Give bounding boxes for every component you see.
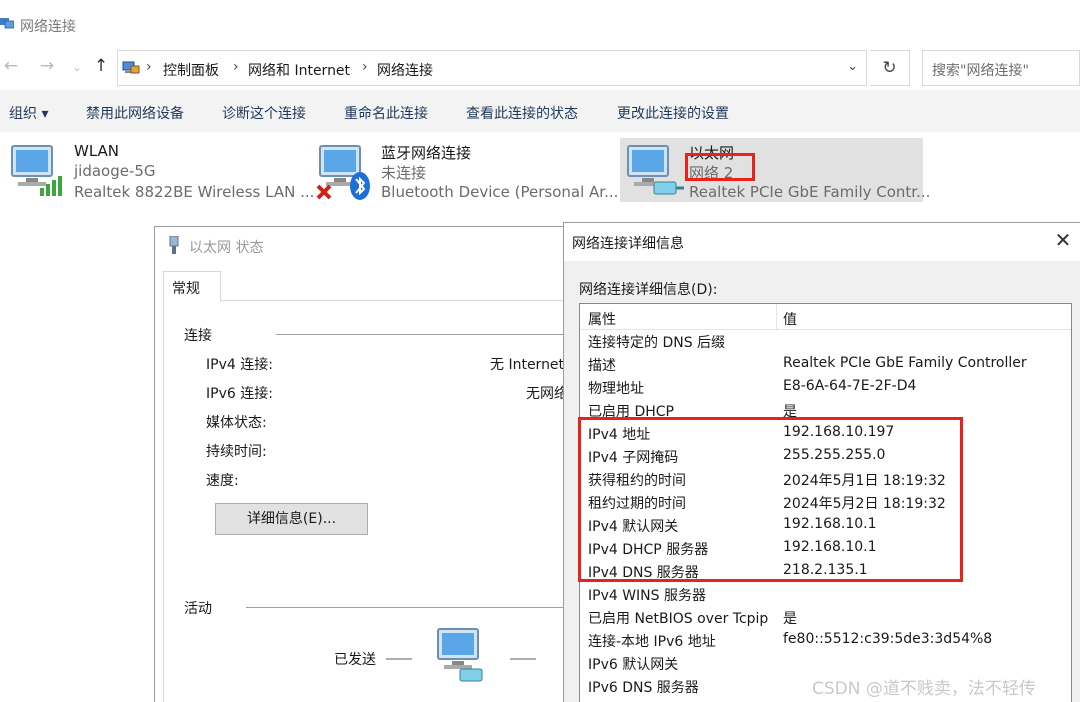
property-cell: IPv6 DNS 服务器 [588, 680, 699, 696]
table-row[interactable]: 连接-本地 IPv6 地址 fe80::5512:c39:5de3:3d54%8 [580, 629, 1071, 652]
ipv4-connectivity-value: 无 Internet [490, 357, 565, 373]
connection-device: Realtek PCIe GbE Family Contr... [689, 183, 931, 201]
table-row[interactable]: 描述 Realtek PCIe GbE Family Controller [580, 353, 1071, 376]
address-row: ← → ⌄ ↑ › 控制面板 › 网络和 Internet › 网络连接 ⌄ ↻… [0, 50, 1080, 86]
ethernet-status-dialog: 以太网 状态 常规 连接 IPv4 连接: 无 Internet IPv6 连接… [154, 226, 576, 702]
property-cell: 物理地址 [588, 381, 644, 397]
organize-button[interactable]: 组织 ▾ [9, 103, 48, 123]
dialog-title: 以太网 状态 [189, 240, 264, 256]
table-row[interactable]: 连接特定的 DNS 后缀 [580, 330, 1071, 353]
watermark: CSDN @道不贱卖，法不轻传 [812, 679, 1036, 699]
connection-name: 蓝牙网络连接 [381, 144, 472, 162]
details-button[interactable]: 详细信息(E)... [215, 503, 368, 535]
search-input[interactable]: 搜索"网络连接" [922, 50, 1080, 86]
value-cell: 是 [783, 611, 797, 627]
connection-item-bluetooth[interactable]: 蓝牙网络连接 未连接 Bluetooth Device (Personal Ar… [308, 138, 618, 202]
property-cell: IPv6 默认网关 [588, 657, 679, 673]
window-title: 网络连接 [20, 19, 76, 35]
duration-label: 持续时间: [206, 444, 267, 460]
search-placeholder: 搜索"网络连接" [932, 63, 1029, 79]
diagnose-button[interactable]: 诊断这个连接 [222, 103, 306, 123]
connection-status: 未连接 [381, 164, 427, 182]
tab-strip: 常规 [163, 271, 575, 302]
refresh-button[interactable]: ↻ [870, 50, 910, 86]
highlight-box-network-name [685, 153, 755, 181]
connection-item-wlan[interactable]: WLAN jidaoge-5G Realtek 8822BE Wireless … [0, 138, 314, 202]
property-cell: 已启用 NetBIOS over Tcpip [588, 611, 769, 627]
connection-device: Realtek 8822BE Wireless LAN ... [74, 183, 315, 201]
breadcrumb-separator-icon: › [362, 59, 368, 75]
breadcrumb-separator-icon: › [233, 59, 239, 75]
connection-item-ethernet[interactable]: 以太网 网络 2 Realtek PCIe GbE Family Contr..… [620, 138, 930, 202]
tab-general[interactable]: 常规 [163, 271, 221, 302]
value-cell: Realtek PCIe GbE Family Controller [783, 355, 1027, 371]
breadcrumb-network-connections[interactable]: 网络连接 [377, 60, 433, 80]
column-header-value[interactable]: 值 [783, 309, 797, 329]
ipv4-connectivity-label: IPv4 连接: [206, 357, 273, 373]
activity-dash [386, 658, 412, 660]
connection-name: WLAN [74, 142, 120, 160]
table-row[interactable]: IPv4 WINS 服务器 [580, 583, 1071, 606]
recent-chevron-down-icon[interactable]: ⌄ [66, 61, 88, 74]
ipv6-connectivity-label: IPv6 连接: [206, 386, 273, 402]
property-cell: 描述 [588, 358, 616, 374]
breadcrumb-network-internet[interactable]: 网络和 Internet [248, 60, 350, 80]
address-bar[interactable]: › 控制面板 › 网络和 Internet › 网络连接 ⌄ [117, 50, 867, 86]
breadcrumb-control-panel[interactable]: 控制面板 [163, 60, 219, 80]
wireless-adapter-icon [11, 145, 62, 196]
column-divider[interactable] [776, 304, 777, 330]
connection-group-label: 连接 [184, 328, 212, 344]
table-row[interactable]: 物理地址 E8-6A-64-7E-2F-D4 [580, 376, 1071, 399]
activity-computer-icon [437, 628, 483, 682]
highlight-box-ipv4-settings [578, 417, 963, 582]
property-cell: IPv4 WINS 服务器 [588, 588, 706, 604]
control-panel-icon [122, 61, 140, 74]
value-cell: fe80::5512:c39:5de3:3d54%8 [783, 631, 993, 647]
property-cell: 连接特定的 DNS 后缀 [588, 335, 726, 351]
sent-label: 已发送 [334, 652, 376, 668]
connection-device: Bluetooth Device (Personal Ar... [381, 183, 619, 201]
details-list-label: 网络连接详细信息(D): [579, 282, 718, 298]
disable-device-button[interactable]: 禁用此网络设备 [86, 103, 184, 123]
table-row[interactable]: 已启用 NetBIOS over Tcpip 是 [580, 606, 1071, 629]
refresh-icon: ↻ [882, 58, 897, 78]
back-arrow-icon[interactable]: ← [0, 56, 22, 76]
up-arrow-icon[interactable]: ↑ [90, 56, 112, 76]
network-connections-icon [0, 18, 14, 29]
close-icon[interactable]: ✕ [1050, 227, 1076, 253]
dialog-title: 网络连接详细信息 [572, 236, 684, 252]
group-divider [276, 334, 576, 335]
group-divider [246, 607, 576, 608]
general-panel: 连接 IPv4 连接: 无 Internet IPv6 连接: 无网络 媒体状态… [163, 301, 576, 702]
rename-button[interactable]: 重命名此连接 [344, 103, 428, 123]
ipv6-connectivity-value: 无网络 [526, 386, 568, 402]
ethernet-adapter-icon [627, 145, 684, 195]
change-settings-button[interactable]: 更改此连接的设置 [617, 103, 729, 123]
window-titlebar: 网络连接 [0, 0, 1080, 50]
connection-status: jidaoge-5G [74, 162, 156, 180]
address-dropdown-chevron-icon[interactable]: ⌄ [847, 59, 858, 74]
media-state-label: 媒体状态: [206, 415, 267, 431]
list-header: 属性 值 [580, 304, 1071, 330]
speed-label: 速度: [206, 473, 239, 489]
table-row[interactable]: IPv6 默认网关 [580, 652, 1071, 675]
ethernet-status-icon [169, 236, 179, 254]
value-cell: E8-6A-64-7E-2F-D4 [783, 378, 917, 394]
view-status-button[interactable]: 查看此连接的状态 [466, 103, 578, 123]
activity-group-label: 活动 [184, 601, 212, 617]
breadcrumb-separator-icon: › [146, 59, 152, 75]
activity-dash [510, 658, 536, 660]
bluetooth-adapter-icon [316, 145, 370, 200]
forward-arrow-icon[interactable]: → [36, 56, 58, 76]
command-bar: 组织 ▾ 禁用此网络设备 诊断这个连接 重命名此连接 查看此连接的状态 更改此连… [0, 90, 1080, 132]
property-cell: 连接-本地 IPv6 地址 [588, 634, 716, 650]
column-header-property[interactable]: 属性 [588, 309, 616, 329]
